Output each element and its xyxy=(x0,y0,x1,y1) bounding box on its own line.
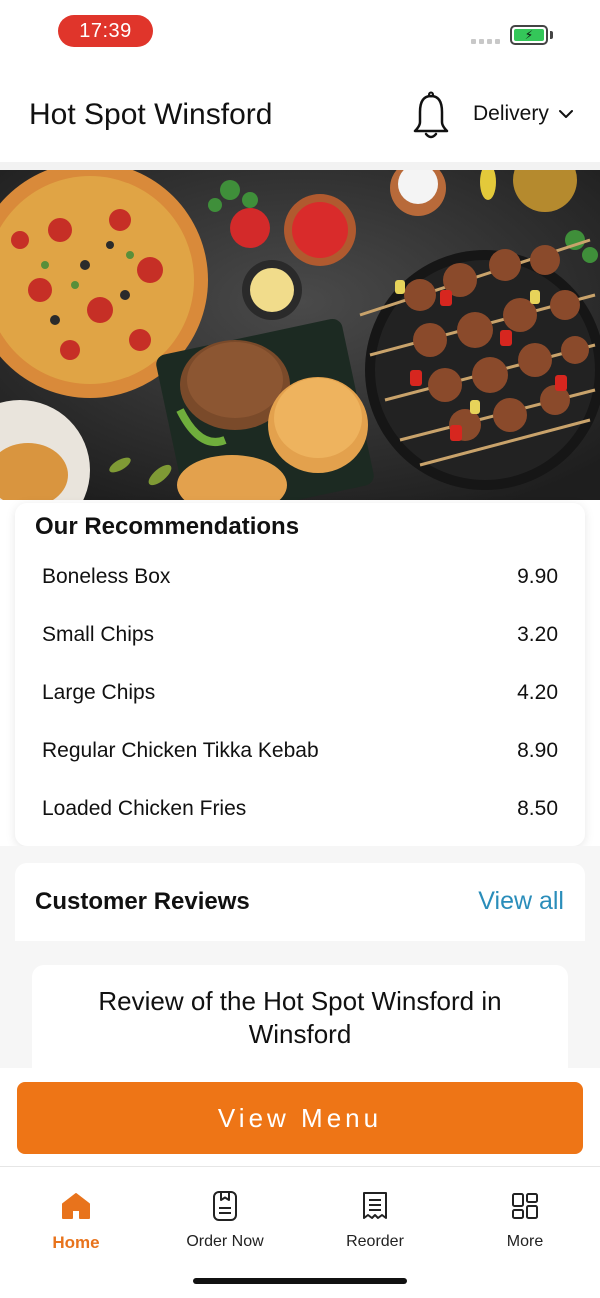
item-price: 8.90 xyxy=(517,739,558,762)
tab-label: Reorder xyxy=(346,1233,404,1250)
order-mode-select[interactable]: Delivery xyxy=(473,102,573,126)
list-item[interactable]: Small Chips 3.20 xyxy=(15,606,585,664)
tab-label: Home xyxy=(52,1233,100,1252)
grid-icon xyxy=(508,1189,542,1223)
order-mode-label: Delivery xyxy=(473,102,549,125)
recommendations-list: Boneless Box 9.90 Small Chips 3.20 Large… xyxy=(15,548,585,838)
item-price: 8.50 xyxy=(517,797,558,820)
home-icon xyxy=(59,1189,93,1223)
view-all-link[interactable]: View all xyxy=(478,887,564,916)
recommendations-card: Our Recommendations Boneless Box 9.90 Sm… xyxy=(15,503,585,846)
item-name: Regular Chicken Tikka Kebab xyxy=(42,739,319,762)
order-now-icon xyxy=(208,1189,242,1223)
recommendations-title: Our Recommendations xyxy=(35,513,300,540)
receipt-icon xyxy=(358,1189,392,1223)
status-time: 17:39 xyxy=(58,15,153,47)
cta-container: View Menu xyxy=(0,1068,600,1166)
battery-nub xyxy=(550,31,553,39)
reviews-title: Customer Reviews xyxy=(35,888,250,915)
home-indicator[interactable] xyxy=(193,1278,407,1284)
review-card[interactable]: Review of the Hot Spot Winsford in Winsf… xyxy=(32,965,568,1085)
item-price: 4.20 xyxy=(517,681,558,704)
item-name: Boneless Box xyxy=(42,565,171,588)
tab-more[interactable]: More xyxy=(465,1189,585,1251)
review-heading: Review of the Hot Spot Winsford in Winsf… xyxy=(98,986,502,1049)
item-name: Loaded Chicken Fries xyxy=(42,797,247,820)
food-banner-image xyxy=(0,170,600,500)
hero-banner xyxy=(0,170,600,500)
app-header: Hot Spot Winsford Delivery xyxy=(0,62,600,162)
reviews-header: Customer Reviews View all xyxy=(15,863,585,941)
item-price: 9.90 xyxy=(517,565,558,588)
item-name: Large Chips xyxy=(42,681,156,704)
item-name: Small Chips xyxy=(42,623,155,646)
bell-icon[interactable] xyxy=(411,90,451,142)
tab-label: More xyxy=(506,1233,544,1250)
signal-icon xyxy=(471,39,500,44)
chevron-down-icon xyxy=(558,110,573,118)
list-item[interactable]: Loaded Chicken Fries 8.50 xyxy=(15,780,585,838)
list-item[interactable]: Boneless Box 9.90 xyxy=(15,548,585,606)
list-item[interactable]: Large Chips 4.20 xyxy=(15,664,585,722)
tab-order-now[interactable]: Order Now xyxy=(165,1189,285,1251)
view-menu-button[interactable]: View Menu xyxy=(17,1082,583,1154)
tab-reorder[interactable]: Reorder xyxy=(315,1189,435,1251)
battery-charging-icon: ⚡ xyxy=(510,25,548,45)
status-bar: 17:39 ⚡ xyxy=(0,0,600,62)
item-price: 3.20 xyxy=(517,623,558,646)
list-item[interactable]: Regular Chicken Tikka Kebab 8.90 xyxy=(15,722,585,780)
header-divider xyxy=(0,162,600,170)
tab-label: Order Now xyxy=(186,1233,264,1250)
tab-home[interactable]: Home xyxy=(16,1189,136,1253)
store-title: Hot Spot Winsford xyxy=(29,98,273,131)
